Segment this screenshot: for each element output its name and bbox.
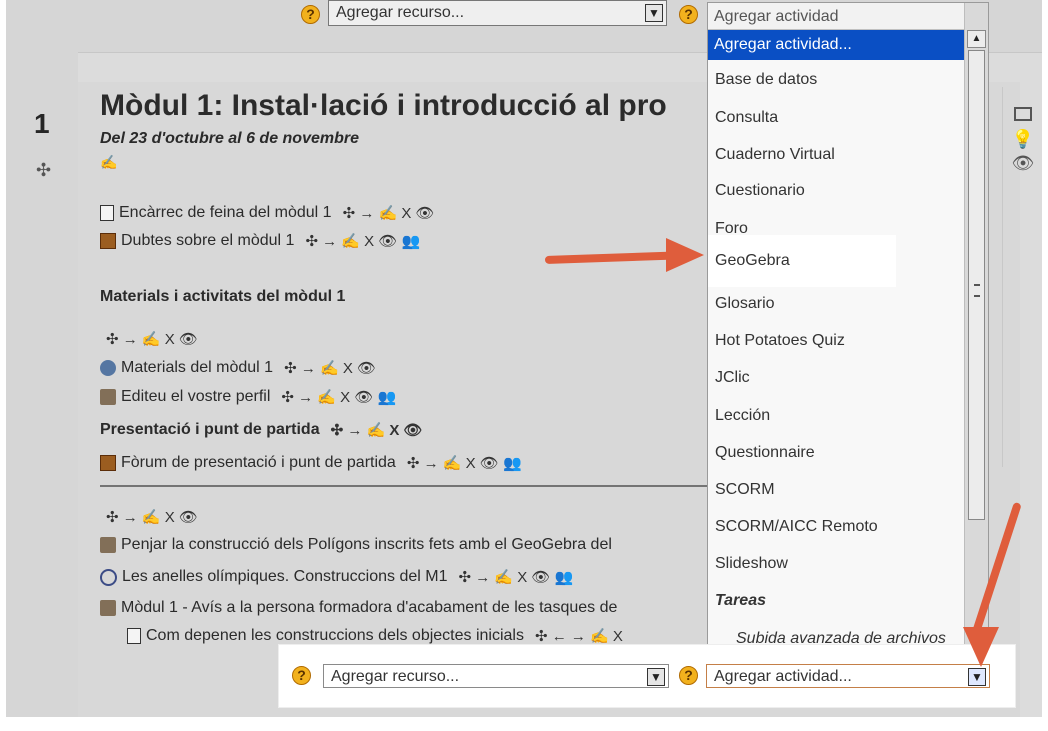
dropdown-scrollbar[interactable]: ▲	[964, 3, 988, 661]
item-label[interactable]: Dubtes sobre el mòdul 1	[121, 232, 294, 250]
help-icon[interactable]: ?	[301, 5, 320, 24]
dropdown-header-label: Agregar actividad	[714, 8, 839, 25]
list-item[interactable]: Materials del mòdul 1 ✣ → ✍ X 👁	[100, 359, 376, 377]
selected-option[interactable]: Agregar actividad...	[708, 30, 964, 60]
item-actions[interactable]: ✣ ← → ✍ X	[535, 627, 623, 645]
item-label[interactable]: Com depenen les construccions dels objec…	[146, 627, 524, 645]
list-item[interactable]: Penjar la construcció dels Polígons insc…	[100, 536, 612, 554]
section-controls[interactable]: 💡 👁	[1008, 103, 1038, 175]
item-actions[interactable]: ✣ → ✍ X 👁 👥	[281, 388, 396, 406]
list-item[interactable]: Fòrum de presentació i punt de partida ✣…	[100, 454, 522, 472]
item-label[interactable]: Fòrum de presentació i punt de partida	[121, 454, 396, 472]
list-item[interactable]: Editeu el vostre perfil ✣ → ✍ X 👁 👥	[100, 388, 396, 406]
activity-dropdown-list[interactable]: Agregar actividad Agregar actividad... B…	[707, 2, 989, 662]
item-label[interactable]: Mòdul 1 - Avís a la persona formadora d'…	[121, 599, 617, 617]
option-hot-potatoes-quiz[interactable]: Hot Potatoes Quiz	[715, 332, 845, 350]
top-add-resource-select[interactable]: Agregar recurso... ▼	[328, 0, 667, 26]
option-consulta[interactable]: Consulta	[715, 109, 778, 127]
item-actions[interactable]: ✣ → ✍ X 👁	[106, 508, 198, 526]
help-icon[interactable]: ?	[292, 666, 311, 685]
chevron-down-icon[interactable]: ▼	[647, 668, 665, 686]
option-cuestionario[interactable]: Cuestionario	[715, 182, 805, 200]
move-icon[interactable]: ✣	[36, 160, 51, 181]
left-rail	[6, 52, 78, 717]
help-icon[interactable]: ?	[679, 5, 698, 24]
list-item[interactable]: Com depenen les construccions dels objec…	[127, 627, 623, 645]
list-item[interactable]: ✣ → ✍ X 👁	[100, 508, 198, 526]
option-jclic[interactable]: JClic	[715, 369, 750, 387]
dropdown-header[interactable]: Agregar actividad	[708, 3, 988, 30]
checkbox-icon[interactable]	[1008, 103, 1038, 127]
item-label[interactable]: Les anelles olímpiques. Construccions de…	[122, 568, 448, 586]
help-icon[interactable]: ?	[679, 666, 698, 685]
light-bulb-icon[interactable]: 💡	[1008, 127, 1038, 151]
eye-icon[interactable]: 👁	[1008, 151, 1038, 175]
item-actions[interactable]: ✣ → ✍ X 👁	[106, 330, 198, 348]
item-label[interactable]: Materials del mòdul 1	[121, 359, 273, 377]
right-edge-line	[1002, 87, 1003, 467]
olympic-ring-icon	[100, 568, 117, 586]
list-item[interactable]: Encàrrec de feina del mòdul 1 ✣ → ✍ X 👁	[100, 204, 435, 222]
option-scorm[interactable]: SCORM	[715, 481, 775, 499]
item-actions[interactable]: ✣ → ✍ X 👁	[343, 204, 435, 222]
option-cuaderno-virtual[interactable]: Cuaderno Virtual	[715, 146, 835, 164]
list-item[interactable]: ✣ → ✍ X 👁	[100, 330, 198, 348]
item-label[interactable]: Penjar la construcció dels Polígons insc…	[121, 536, 612, 554]
top-add-resource-value: Agregar recurso...	[336, 4, 465, 21]
assignment-icon	[100, 389, 116, 405]
section-dates: Del 23 d'octubre al 6 de novembre	[100, 130, 359, 147]
list-item[interactable]: Mòdul 1 - Avís a la persona formadora d'…	[100, 599, 617, 617]
add-resource-value: Agregar recurso...	[331, 668, 460, 685]
chevron-down-icon[interactable]: ▼	[968, 668, 986, 686]
option-scorm-aicc-remoto[interactable]: SCORM/AICC Remoto	[715, 518, 878, 536]
add-resource-select[interactable]: Agregar recurso... ▼	[323, 664, 669, 688]
heading-label: Materials i activitats del mòdul 1	[100, 288, 346, 305]
document-icon	[127, 628, 141, 644]
assignment-icon	[100, 537, 116, 553]
option-questionnaire[interactable]: Questionnaire	[715, 444, 815, 462]
section-title: Mòdul 1: Instal·lació i introducció al p…	[100, 89, 667, 122]
item-label[interactable]: Presentació i punt de partida	[100, 421, 320, 439]
scrollbar-thumb[interactable]	[968, 50, 985, 520]
item-label[interactable]: Encàrrec de feina del mòdul 1	[119, 204, 332, 222]
list-item[interactable]: Les anelles olímpiques. Construccions de…	[100, 568, 573, 586]
assignment-icon	[100, 600, 116, 616]
annotation-arrow-head	[666, 238, 704, 272]
forum-icon	[100, 233, 116, 249]
option-leccion[interactable]: Lección	[715, 407, 770, 425]
option-slideshow[interactable]: Slideshow	[715, 555, 788, 573]
item-label[interactable]: Editeu el vostre perfil	[121, 388, 270, 406]
forum-icon	[100, 455, 116, 471]
list-item[interactable]: Presentació i punt de partida ✣ → ✍ X 👁	[100, 421, 423, 439]
item-actions[interactable]: ✣ → ✍ X 👁 👥	[407, 454, 522, 472]
section-divider	[100, 485, 707, 487]
annotation-arrow-head	[963, 627, 999, 667]
list-item[interactable]: Dubtes sobre el mòdul 1 ✣ → ✍ X 👁 👥	[100, 232, 420, 250]
chevron-up-icon[interactable]: ▲	[967, 30, 986, 48]
option-base-de-datos[interactable]: Base de datos	[715, 71, 817, 89]
section-number: 1	[34, 108, 50, 139]
item-actions[interactable]: ✣ → ✍ X 👁	[331, 421, 423, 439]
item-actions[interactable]: ✣ → ✍ X 👁 👥	[459, 568, 574, 586]
option-tareas[interactable]: Tareas	[715, 592, 766, 610]
option-glosario[interactable]: Glosario	[715, 295, 775, 313]
chevron-down-icon[interactable]: ▼	[645, 4, 663, 22]
edit-icon[interactable]: ✍	[100, 154, 117, 171]
add-activity-select[interactable]: Agregar actividad... ▼	[706, 664, 990, 688]
add-activity-value: Agregar actividad...	[714, 668, 852, 685]
item-actions[interactable]: ✣ → ✍ X 👁	[284, 359, 376, 377]
resource-icon	[100, 360, 116, 376]
item-actions[interactable]: ✣ → ✍ X 👁 👥	[305, 232, 420, 250]
document-icon	[100, 205, 114, 221]
option-geogebra[interactable]: GeoGebra	[708, 235, 896, 287]
section-heading: Materials i activitats del mòdul 1	[100, 288, 345, 306]
